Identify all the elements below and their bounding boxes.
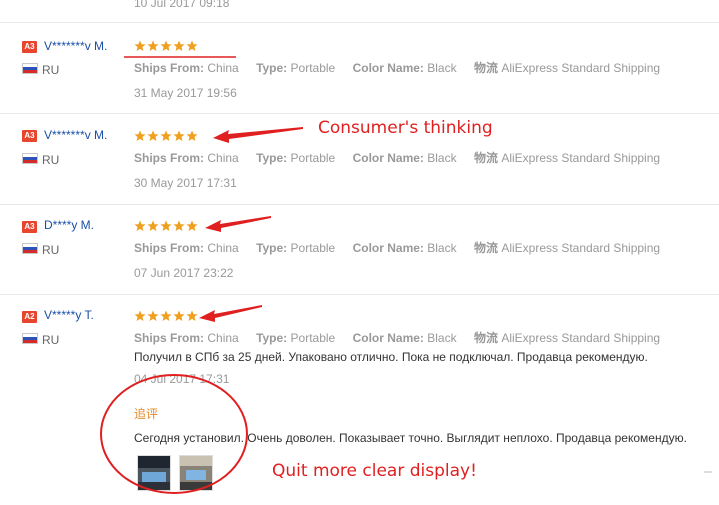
color-name-value: Black [427,151,457,165]
star-icon [134,220,146,231]
arrow-icon [199,305,262,322]
russia-flag-icon [22,153,38,164]
country-code: RU [42,153,60,167]
country-code: RU [42,63,60,77]
review-text: Получил в СПб за 25 дней. Упаковано отли… [134,350,648,364]
ships-from-value: China [207,241,239,255]
type-value: Portable [290,151,336,165]
star-icon [173,310,185,321]
star-icon [160,40,172,51]
color-name-label: Color Name: [352,241,424,255]
type-value: Portable [290,331,336,345]
russia-flag-icon [22,333,38,344]
ships-from-value: China [207,151,239,165]
review-separator [0,113,719,114]
star-icon [147,310,159,321]
shipping-label: 物流 [473,61,498,75]
star-icon [160,220,172,231]
ships-from-label: Ships From: [134,151,205,165]
type-label: Type: [256,331,288,345]
type-value: Portable [290,241,336,255]
star-icon [147,40,159,51]
buyer-level-badge: A2 [22,311,37,323]
color-name-value: Black [427,61,457,75]
shipping-value: AliExpress Standard Shipping [501,331,661,345]
reviewer-name[interactable]: V*****y T. [44,308,94,322]
shipping-value: AliExpress Standard Shipping [501,151,661,165]
type-label: Type: [256,151,288,165]
type-label: Type: [256,61,288,75]
color-name-label: Color Name: [352,61,424,75]
type-value: Portable [290,61,336,75]
order-info: Ships From: China Type: Portable Color N… [134,59,674,76]
star-icon [134,310,146,321]
previous-review-date: 10 Jul 2017 09:18 [134,0,230,10]
star-icon [160,310,172,321]
star-icon [186,310,198,321]
star-icon [186,40,198,51]
review-date: 30 May 2017 17:31 [134,176,237,190]
shipping-label: 物流 [473,151,498,165]
star-rating [134,310,198,322]
color-name-label: Color Name: [352,331,424,345]
ships-from-value: China [207,331,239,345]
arrow-icon [213,127,303,143]
review-date: 04 Jul 2017 17:31 [134,372,230,386]
arrow-icon [205,216,271,232]
star-icon [160,130,172,141]
buyer-level-badge: A3 [22,221,37,233]
ships-from-label: Ships From: [134,241,205,255]
review-separator [0,204,719,205]
annotation-consumer-thinking: Consumer's thinking [318,118,493,138]
order-info: Ships From: China Type: Portable Color N… [134,149,674,166]
color-name-value: Black [427,331,457,345]
review-photo-thumbnail[interactable] [137,455,171,491]
star-rating [134,220,198,232]
color-name-label: Color Name: [352,151,424,165]
page-mark [704,471,712,473]
buyer-level-badge: A3 [22,130,37,142]
star-icon [147,220,159,231]
country-code: RU [42,333,60,347]
reviewer-name[interactable]: V*******v M. [44,39,107,53]
star-icon [134,130,146,141]
star-icon [147,130,159,141]
annotation-clear-display: Quit more clear display! [272,461,477,481]
review-date: 07 Jun 2017 23:22 [134,266,234,280]
order-info: Ships From: China Type: Portable Color N… [134,329,674,346]
reviewer-name[interactable]: V*******v M. [44,128,107,142]
additional-feedback-label: 追评 [134,407,159,421]
order-info: Ships From: China Type: Portable Color N… [134,239,674,256]
ships-from-label: Ships From: [134,61,205,75]
star-icon [186,220,198,231]
review-date: 31 May 2017 19:56 [134,86,237,100]
shipping-label: 物流 [473,331,498,345]
russia-flag-icon [22,63,38,74]
country-code: RU [42,243,60,257]
buyer-level-badge: A3 [22,41,37,53]
star-icon [173,40,185,51]
review-separator [0,294,719,295]
shipping-value: AliExpress Standard Shipping [501,241,661,255]
star-icon [173,220,185,231]
star-rating [134,40,198,52]
reviewer-name[interactable]: D****y M. [44,218,94,232]
shipping-label: 物流 [473,241,498,255]
star-icon [173,130,185,141]
star-icon [186,130,198,141]
ships-from-label: Ships From: [134,331,205,345]
review-photo-thumbnail[interactable] [179,455,213,491]
type-label: Type: [256,241,288,255]
ships-from-value: China [207,61,239,75]
additional-feedback-text: Сегодня установил. Очень доволен. Показы… [134,431,687,445]
star-rating [134,130,198,142]
review-separator [0,22,719,23]
shipping-value: AliExpress Standard Shipping [501,61,661,75]
color-name-value: Black [427,241,457,255]
star-icon [134,40,146,51]
russia-flag-icon [22,243,38,254]
